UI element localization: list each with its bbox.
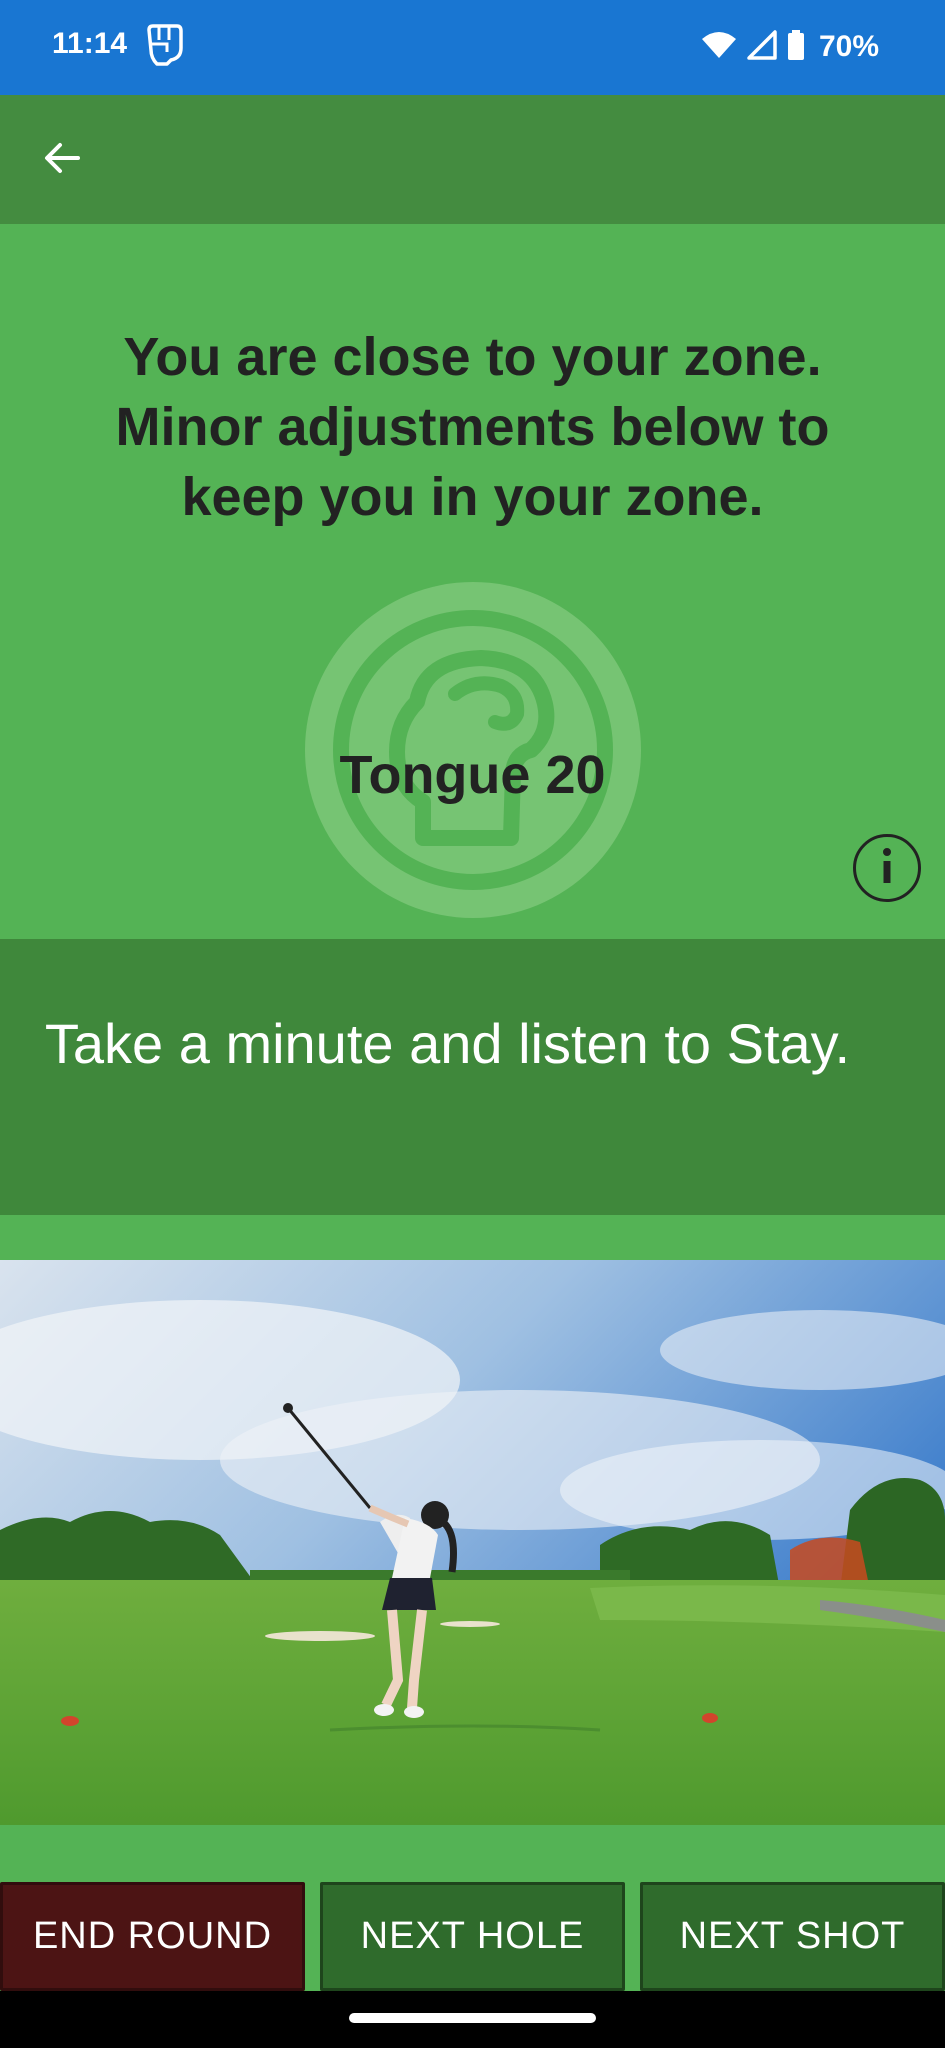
instruction-panel: Take a minute and listen to Stay. — [0, 939, 945, 1215]
wifi-icon — [701, 31, 737, 64]
status-time: 11:14 — [52, 27, 128, 60]
info-button[interactable] — [853, 834, 921, 902]
system-nav-bar — [0, 1991, 945, 2048]
info-icon — [872, 846, 902, 891]
end-round-button[interactable]: END ROUND — [0, 1882, 305, 1991]
back-button[interactable] — [30, 128, 94, 192]
battery-percentage: 70% — [818, 30, 879, 63]
fist-app-icon — [143, 22, 185, 68]
home-gesture-handle[interactable] — [349, 2013, 596, 2023]
arrow-left-icon — [42, 138, 82, 183]
golfer-hero-image — [0, 1260, 945, 1825]
status-bar: 11:14 70% — [0, 0, 945, 95]
cell-signal-icon — [747, 29, 777, 65]
next-shot-button[interactable]: NEXT SHOT — [640, 1882, 945, 1991]
zone-metric: Tongue 20 — [339, 745, 606, 805]
bottom-action-bar: END ROUND NEXT HOLE NEXT SHOT — [0, 1882, 945, 1991]
zone-message: You are close to your zone. Minor adjust… — [115, 327, 830, 527]
instruction-text: Take a minute and listen to Stay. — [44, 1012, 851, 1075]
zone-panel: You are close to your zone. Minor adjust… — [0, 224, 945, 939]
app-bar — [0, 95, 945, 224]
next-hole-button[interactable]: NEXT HOLE — [320, 1882, 625, 1991]
status-indicators: 70% — [701, 25, 879, 69]
battery-icon — [787, 29, 805, 65]
